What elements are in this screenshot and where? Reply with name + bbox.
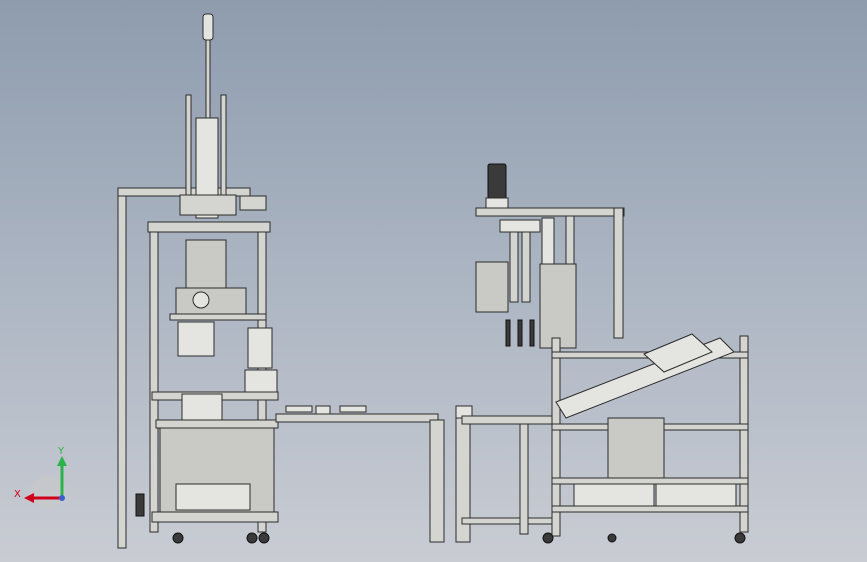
cylinder-mount-plate bbox=[179, 194, 237, 216]
top-arm-bracket bbox=[239, 195, 267, 211]
x-axis-label: X bbox=[14, 489, 21, 500]
spindle-middle bbox=[521, 231, 531, 303]
orientation-triad: Y X bbox=[14, 446, 67, 508]
screw-bit bbox=[517, 319, 523, 347]
caster-wheel bbox=[246, 532, 258, 544]
tote-bin bbox=[655, 483, 737, 507]
booster-base bbox=[244, 369, 278, 395]
table-rail bbox=[155, 419, 279, 429]
press-top-plate bbox=[147, 221, 271, 233]
rack-shelf-lower bbox=[551, 477, 749, 485]
cad-viewport[interactable]: Y X bbox=[0, 0, 867, 562]
hydraulic-booster bbox=[247, 327, 273, 369]
leveling-foot bbox=[607, 533, 617, 543]
transfer-conveyor bbox=[275, 405, 559, 543]
left-upright-post bbox=[117, 187, 127, 549]
cabinet-drawer bbox=[175, 483, 251, 511]
x-axis-arrowhead bbox=[24, 493, 34, 503]
press-gearbox bbox=[175, 287, 247, 315]
assembly-drawing: Y X bbox=[14, 13, 749, 549]
machine-body bbox=[607, 417, 665, 479]
left-press-station bbox=[117, 13, 279, 549]
gearbox-flange bbox=[192, 291, 210, 309]
spindle-gearbox bbox=[475, 261, 509, 313]
caster-wheel bbox=[258, 532, 270, 544]
y-axis-arrowhead bbox=[57, 456, 67, 466]
right-assembly-station bbox=[475, 163, 749, 544]
conveyor-leg-inner bbox=[519, 423, 529, 535]
caster-wheel bbox=[172, 532, 184, 544]
press-tooling bbox=[177, 321, 215, 357]
gantry-top-beam bbox=[475, 207, 625, 217]
rack-shelf-bottom bbox=[551, 505, 749, 513]
y-axis-label: Y bbox=[57, 446, 65, 457]
part-puck bbox=[339, 405, 367, 413]
press-slide-plate bbox=[169, 313, 267, 321]
caster-wheel bbox=[734, 532, 746, 544]
head-back-plate bbox=[539, 263, 577, 349]
part-puck bbox=[315, 405, 331, 415]
screw-bit bbox=[505, 319, 511, 347]
base-frame bbox=[151, 511, 279, 523]
spindle-left bbox=[509, 231, 519, 303]
conveyor-rail-right bbox=[461, 415, 559, 425]
tote-bin bbox=[573, 483, 655, 507]
piston-rod bbox=[205, 39, 211, 121]
press-column-left bbox=[149, 231, 159, 533]
slide-carriage bbox=[499, 219, 541, 233]
gantry-post-right bbox=[613, 207, 624, 339]
caster-wheel bbox=[542, 532, 554, 544]
conveyor-rail-upper bbox=[275, 413, 439, 423]
cylinder-cap bbox=[202, 13, 214, 41]
screw-bit bbox=[529, 319, 535, 347]
conveyor-lower-tie bbox=[461, 517, 553, 525]
servo-flange bbox=[485, 197, 509, 209]
foot-mount bbox=[135, 493, 145, 517]
fixture-block bbox=[181, 393, 223, 421]
part-puck bbox=[285, 405, 313, 413]
conveyor-leg-left bbox=[429, 419, 445, 543]
z-axis-dot bbox=[59, 495, 65, 501]
press-head-housing bbox=[185, 239, 227, 291]
rack-post-right bbox=[739, 335, 749, 533]
lift-cylinder bbox=[541, 217, 555, 267]
